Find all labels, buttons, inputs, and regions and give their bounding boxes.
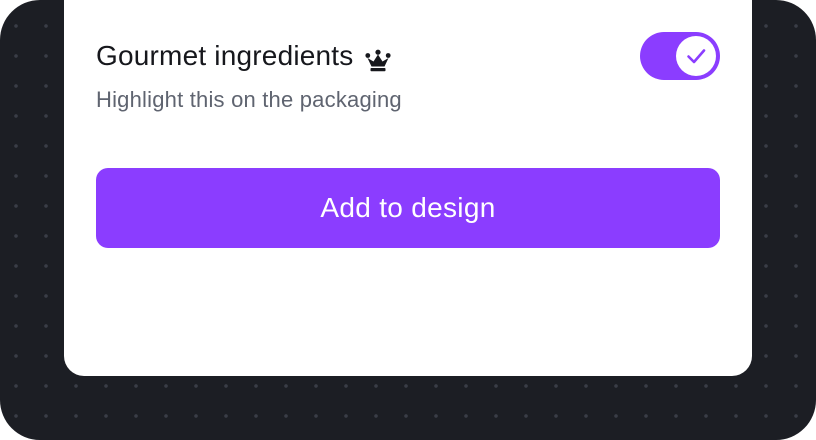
option-title-row: Gourmet ingredients [96,36,392,76]
toggle-knob [676,36,716,76]
add-to-design-button[interactable]: Add to design [96,168,720,248]
option-title: Gourmet ingredients [96,40,354,71]
check-icon [687,49,706,64]
option-subtitle: Highlight this on the packaging [96,87,402,112]
gourmet-ingredients-toggle[interactable] [640,32,720,80]
option-panel: Gourmet ingredients Highlight this on th… [64,0,752,376]
dotted-backdrop: Gourmet ingredients Highlight this on th… [0,0,816,440]
crown-icon [365,44,392,72]
